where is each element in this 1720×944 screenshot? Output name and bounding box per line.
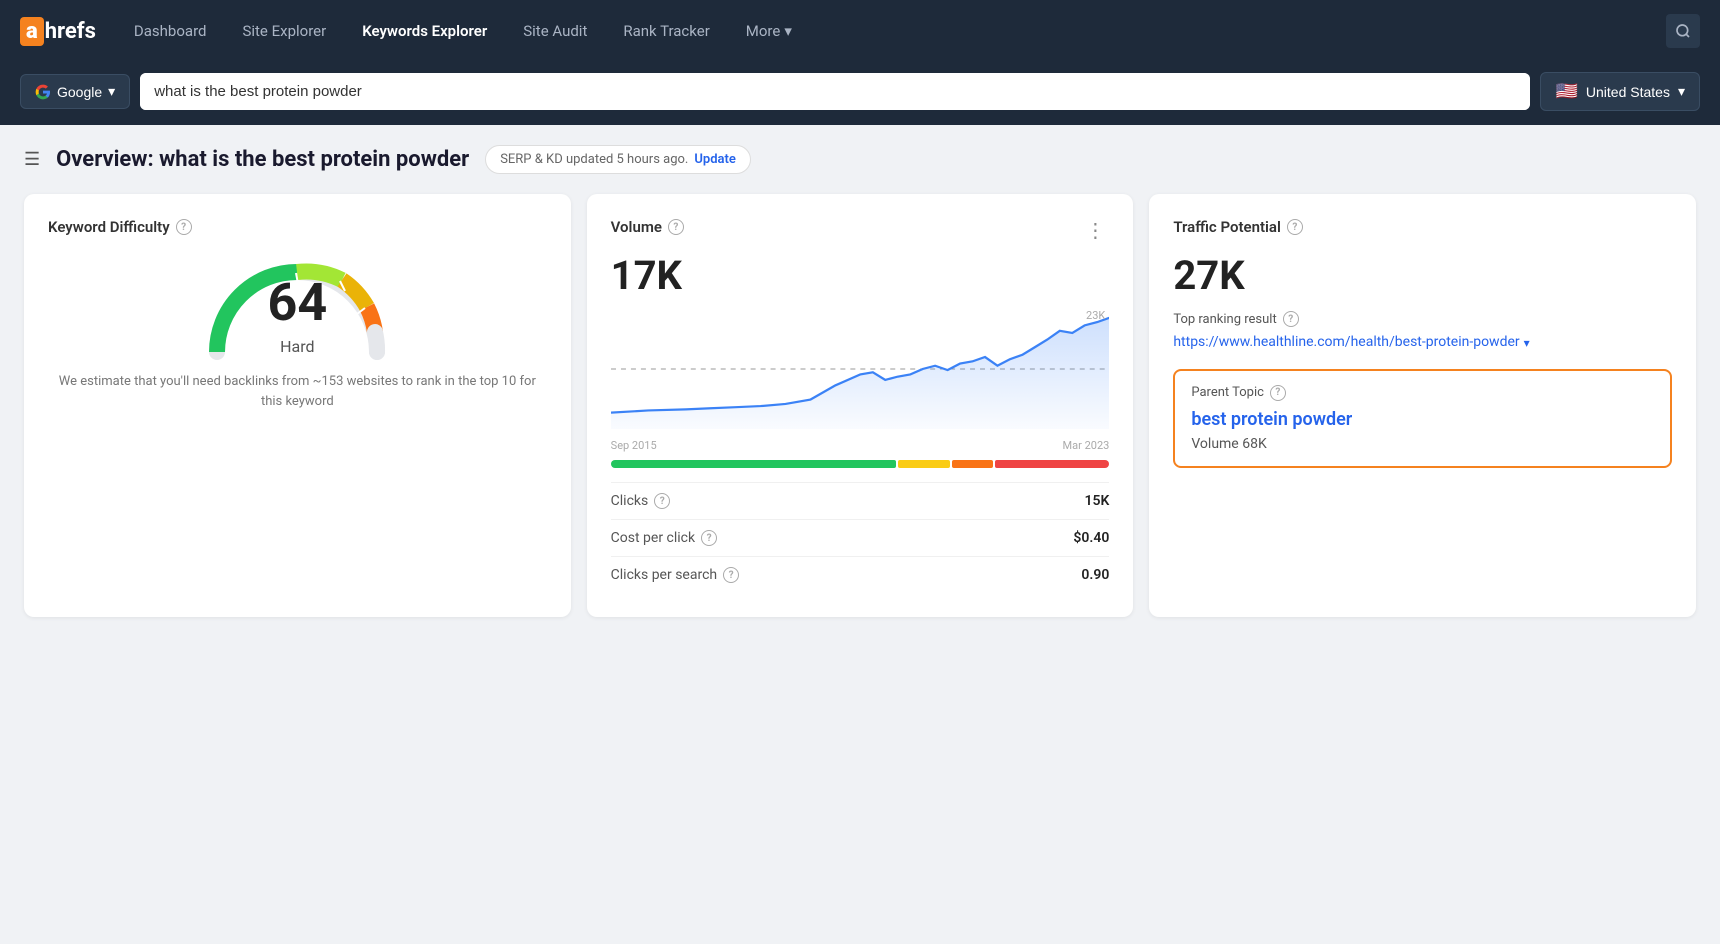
update-text: SERP & KD updated 5 hours ago.	[500, 152, 688, 167]
logo-a: a	[20, 17, 44, 46]
cps-label: Clicks per search ?	[611, 567, 739, 583]
distribution-bar	[611, 460, 1110, 468]
nav-keywords-explorer[interactable]: Keywords Explorer	[348, 14, 501, 48]
traffic-card-title: Traffic Potential ?	[1173, 218, 1672, 236]
kd-label: Hard	[267, 337, 327, 356]
chart-max-label: 23K	[1086, 309, 1105, 322]
kd-score: 64	[267, 272, 327, 333]
volume-help-icon[interactable]: ?	[668, 219, 684, 235]
cpc-help-icon[interactable]: ?	[701, 530, 717, 546]
volume-chart: 23K	[611, 309, 1110, 429]
clicks-value: 15K	[1084, 493, 1109, 509]
url-dropdown-icon: ▾	[1524, 335, 1530, 352]
cps-value: 0.90	[1081, 567, 1109, 583]
bar-red	[995, 460, 1109, 468]
nav-site-explorer[interactable]: Site Explorer	[228, 14, 340, 48]
search-engine-selector[interactable]: Google ▾	[20, 74, 130, 109]
kd-card-title: Keyword Difficulty ?	[48, 218, 547, 236]
volume-value: 17K	[611, 252, 684, 299]
ranking-url-link[interactable]: https://www.healthline.com/health/best-p…	[1173, 333, 1672, 353]
nav-site-audit[interactable]: Site Audit	[509, 14, 601, 48]
google-icon	[35, 84, 51, 100]
bar-green	[611, 460, 896, 468]
cards-row: Keyword Difficulty ?	[24, 194, 1696, 617]
parent-topic-help-icon[interactable]: ?	[1270, 385, 1286, 401]
engine-label: Google	[57, 84, 102, 100]
chart-end-label: Mar 2023	[1063, 439, 1110, 452]
country-chevron-icon: ▾	[1678, 83, 1685, 100]
nav-more[interactable]: More ▾	[732, 14, 806, 48]
chevron-down-icon: ▾	[784, 22, 792, 40]
content-area: ☰ Overview: what is the best protein pow…	[0, 125, 1720, 637]
cps-help-icon[interactable]: ?	[723, 567, 739, 583]
volume-more-button[interactable]: ⋮	[1081, 218, 1109, 242]
volume-card-title: Volume ?	[611, 218, 684, 236]
nav-dashboard[interactable]: Dashboard	[120, 14, 221, 48]
clicks-label: Clicks ?	[611, 493, 671, 509]
country-label: United States	[1586, 84, 1670, 100]
top-ranking-label: Top ranking result ?	[1173, 311, 1672, 327]
traffic-card: Traffic Potential ? 27K Top ranking resu…	[1149, 194, 1696, 617]
cpc-label: Cost per click ?	[611, 530, 717, 546]
volume-card: Volume ? 17K ⋮ 23K	[587, 194, 1134, 617]
parent-topic-volume: Volume 68K	[1191, 436, 1654, 452]
parent-topic-box: Parent Topic ? best protein powder Volum…	[1173, 369, 1672, 468]
search-bar: Google ▾ 🇺🇸 United States ▾	[0, 62, 1720, 125]
flag-icon: 🇺🇸	[1555, 81, 1577, 102]
traffic-value: 27K	[1173, 252, 1672, 299]
nav-search-icon-btn[interactable]	[1666, 14, 1700, 48]
nav-rank-tracker[interactable]: Rank Tracker	[609, 14, 723, 48]
search-input[interactable]	[140, 73, 1530, 110]
kd-description: We estimate that you'll need backlinks f…	[48, 372, 547, 411]
clicks-help-icon[interactable]: ?	[654, 493, 670, 509]
logo: ahrefs	[20, 17, 96, 46]
search-icon	[1675, 23, 1691, 39]
bar-yellow	[898, 460, 950, 468]
overview-header: ☰ Overview: what is the best protein pow…	[24, 145, 1696, 174]
volume-chart-svg	[611, 309, 1110, 429]
hamburger-icon[interactable]: ☰	[24, 149, 40, 170]
page-title: Overview: what is the best protein powde…	[56, 147, 469, 172]
parent-topic-keyword[interactable]: best protein powder	[1191, 409, 1654, 430]
country-selector[interactable]: 🇺🇸 United States ▾	[1540, 72, 1700, 111]
volume-header: Volume ? 17K ⋮	[611, 218, 1110, 309]
cpc-value: $0.40	[1073, 530, 1109, 546]
traffic-help-icon[interactable]: ?	[1287, 219, 1303, 235]
engine-chevron-icon: ▾	[108, 83, 115, 100]
kd-card: Keyword Difficulty ?	[24, 194, 571, 617]
update-button[interactable]: Update	[694, 152, 736, 167]
bar-orange	[952, 460, 993, 468]
navbar: ahrefs Dashboard Site Explorer Keywords …	[0, 0, 1720, 62]
update-badge: SERP & KD updated 5 hours ago. Update	[485, 145, 751, 174]
kd-help-icon[interactable]: ?	[176, 219, 192, 235]
cpc-metric: Cost per click ? $0.40	[611, 519, 1110, 556]
logo-hrefs: hrefs	[45, 19, 96, 44]
top-ranking-help-icon[interactable]: ?	[1283, 311, 1299, 327]
cps-metric: Clicks per search ? 0.90	[611, 556, 1110, 593]
parent-topic-label: Parent Topic ?	[1191, 385, 1654, 401]
gauge-wrap: 64 Hard	[48, 252, 547, 356]
chart-labels: Sep 2015 Mar 2023	[611, 439, 1110, 452]
chart-start-label: Sep 2015	[611, 439, 657, 452]
clicks-metric: Clicks ? 15K	[611, 482, 1110, 519]
search-input-wrap	[140, 73, 1530, 110]
